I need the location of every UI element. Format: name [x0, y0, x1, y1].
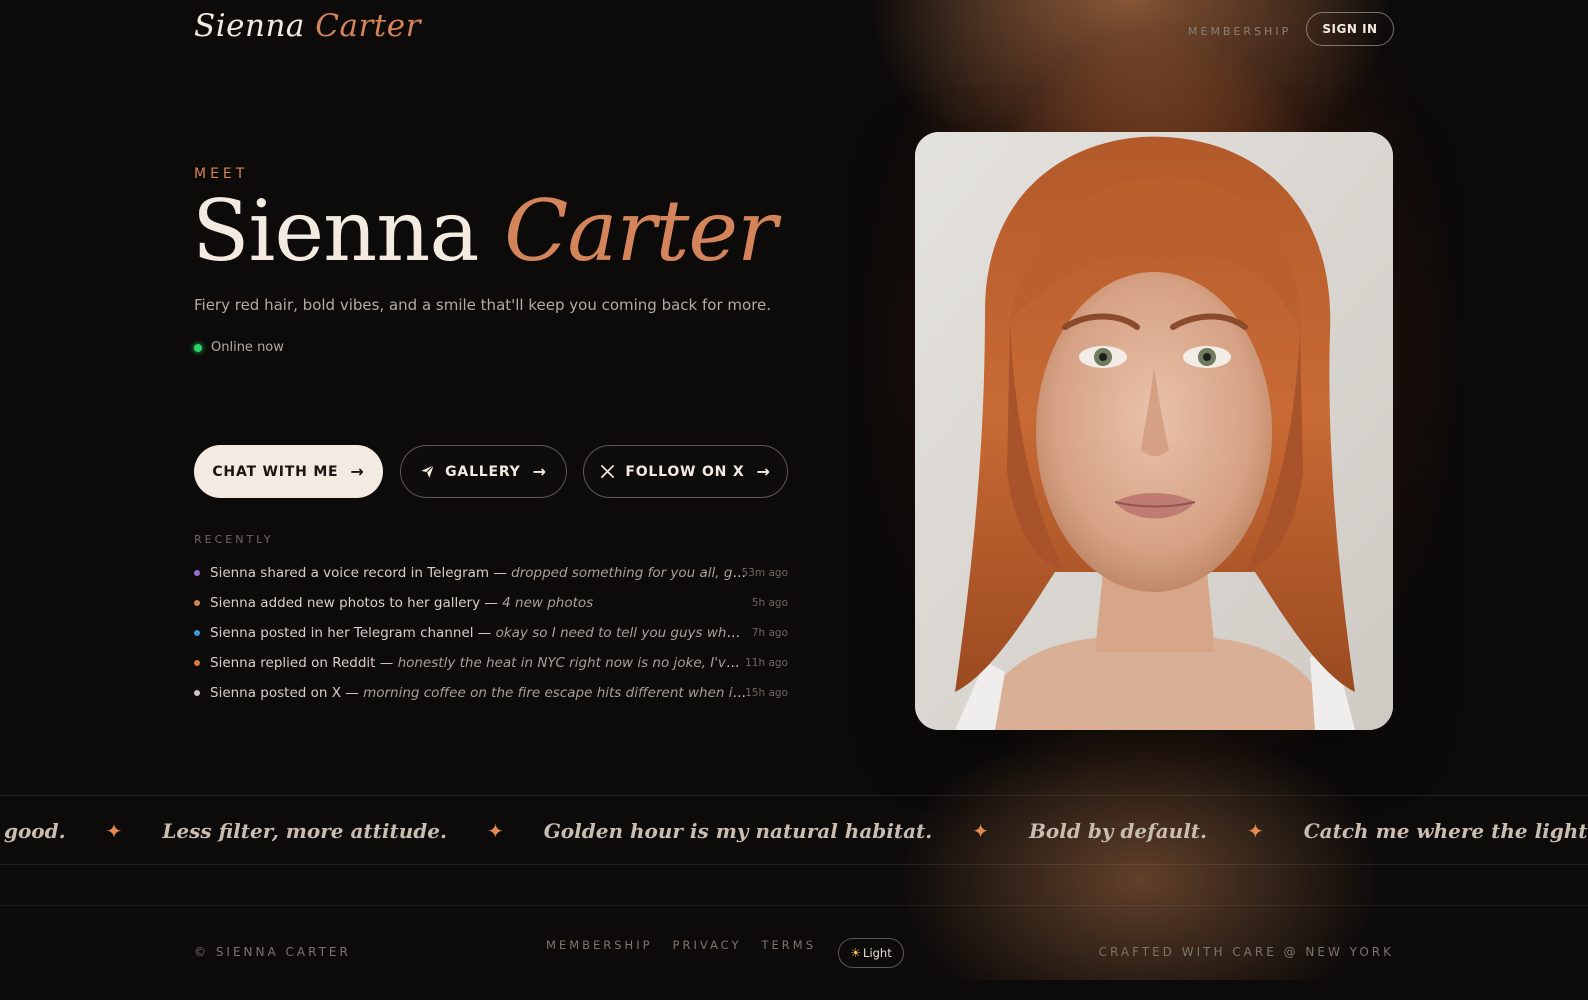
activity-timestamp: 11h ago	[745, 657, 788, 669]
footer-links: MEMBERSHIP PRIVACY TERMS	[546, 938, 816, 952]
follow-button-label: FOLLOW ON X	[625, 463, 745, 480]
activity-summary: Sienna shared a voice record in Telegram…	[210, 565, 512, 581]
activity-bullet-icon	[194, 690, 200, 696]
gallery-button[interactable]: GALLERY →	[400, 445, 567, 498]
footer-link-terms[interactable]: TERMS	[762, 938, 817, 952]
marquee-phrase: he light is good.	[0, 819, 66, 843]
send-icon	[420, 464, 435, 479]
activity-timestamp: 53m ago	[741, 567, 788, 579]
sun-icon: ☀	[850, 946, 862, 960]
chat-button-label: CHAT WITH ME	[212, 463, 339, 480]
activity-text: Sienna added new photos to her gallery —…	[210, 595, 746, 611]
online-status-label: Online now	[211, 340, 284, 355]
logo-first-name: Sienna	[194, 8, 305, 44]
activity-text: Sienna replied on Reddit — honestly the …	[210, 655, 746, 671]
portrait-image	[915, 132, 1393, 730]
sparkle-icon: ✦	[972, 819, 990, 843]
profile-portrait	[915, 132, 1393, 730]
activity-bullet-icon	[194, 630, 200, 636]
recent-activity-item[interactable]: Sienna posted on X — morning coffee on t…	[194, 678, 788, 708]
footer-link-privacy[interactable]: PRIVACY	[673, 938, 742, 952]
marquee-phrase: Less filter, more attitude.	[162, 819, 447, 843]
marquee-phrase: Bold by default.	[1029, 819, 1207, 843]
x-logo-icon	[600, 464, 615, 479]
activity-summary: Sienna posted on X —	[210, 685, 364, 701]
recent-activity-title: RECENTLY	[194, 533, 274, 546]
online-status: Online now	[194, 340, 284, 355]
nav-membership-link[interactable]: MEMBERSHIP	[1188, 25, 1291, 38]
activity-summary: Sienna added new photos to her gallery —	[210, 595, 503, 611]
recent-activity-list: Sienna shared a voice record in Telegram…	[194, 558, 788, 708]
activity-detail: dropped something for you all, go che...	[511, 565, 746, 581]
recent-activity-item[interactable]: Sienna posted in her Telegram channel — …	[194, 618, 788, 648]
sparkle-icon: ✦	[1247, 819, 1264, 843]
hero-tagline: Fiery red hair, bold vibes, and a smile …	[194, 296, 772, 314]
footer-link-membership[interactable]: MEMBERSHIP	[546, 938, 653, 952]
recent-activity-item[interactable]: Sienna shared a voice record in Telegram…	[194, 558, 788, 588]
marquee-phrase: Catch me where the light is good.	[1303, 819, 1588, 843]
arrow-right-icon: →	[350, 462, 365, 481]
recent-activity-item[interactable]: Sienna replied on Reddit — honestly the …	[194, 648, 788, 678]
activity-text: Sienna posted on X — morning coffee on t…	[210, 685, 746, 701]
sparkle-icon: ✦	[486, 819, 504, 843]
quotes-marquee: he light is good. ✦ Less filter, more atti…	[0, 795, 1588, 865]
arrow-right-icon: →	[756, 462, 771, 481]
hero-title: Sienna Carter	[192, 182, 777, 280]
activity-bullet-icon	[194, 600, 200, 606]
site-header: Sienna Carter MEMBERSHIP SIGN IN	[194, 8, 1394, 58]
hero-last-name: Carter	[504, 182, 777, 280]
chat-with-me-button[interactable]: CHAT WITH ME →	[194, 445, 383, 498]
theme-toggle-button[interactable]: ☀ Light	[838, 938, 904, 968]
activity-summary: Sienna posted in her Telegram channel —	[210, 625, 496, 641]
recent-activity-item[interactable]: Sienna added new photos to her gallery —…	[194, 588, 788, 618]
activity-bullet-icon	[194, 660, 200, 666]
theme-toggle-label: Light	[863, 946, 892, 960]
gallery-button-label: GALLERY	[445, 463, 521, 480]
marquee-phrase: Golden hour is my natural habitat.	[543, 819, 933, 843]
activity-text: Sienna posted in her Telegram channel — …	[210, 625, 746, 641]
logo[interactable]: Sienna Carter	[194, 8, 421, 44]
online-dot-icon	[194, 343, 202, 352]
activity-bullet-icon	[194, 570, 200, 576]
footer-divider	[0, 905, 1588, 906]
activity-summary: Sienna replied on Reddit —	[210, 655, 398, 671]
activity-detail: okay so I need to tell you guys what hap…	[495, 625, 746, 641]
marquee-track: he light is good. ✦ Less filter, more atti…	[0, 796, 1588, 864]
activity-detail: morning coffee on the fire escape hits d…	[363, 685, 746, 701]
arrow-right-icon: →	[532, 462, 547, 481]
page: Sienna Carter MEMBERSHIP SIGN IN MEET Si…	[0, 0, 1588, 1000]
activity-detail: honestly the heat in NYC right now is no…	[397, 655, 746, 671]
sign-in-button[interactable]: SIGN IN	[1306, 12, 1394, 46]
activity-detail: 4 new photos	[502, 595, 594, 611]
footer-crafted-note: CRAFTED WITH CARE @ NEW YORK	[1098, 945, 1394, 959]
activity-timestamp: 5h ago	[751, 597, 788, 609]
hero-eyebrow: MEET	[194, 166, 249, 182]
activity-timestamp: 7h ago	[751, 627, 788, 639]
logo-last-name: Carter	[315, 8, 421, 44]
hero-first-name: Sienna	[192, 182, 479, 280]
sparkle-icon: ✦	[105, 819, 123, 843]
activity-text: Sienna shared a voice record in Telegram…	[210, 565, 746, 581]
follow-on-x-button[interactable]: FOLLOW ON X →	[583, 445, 788, 498]
footer-copyright: © SIENNA CARTER	[194, 945, 351, 959]
activity-timestamp: 15h ago	[745, 687, 788, 699]
